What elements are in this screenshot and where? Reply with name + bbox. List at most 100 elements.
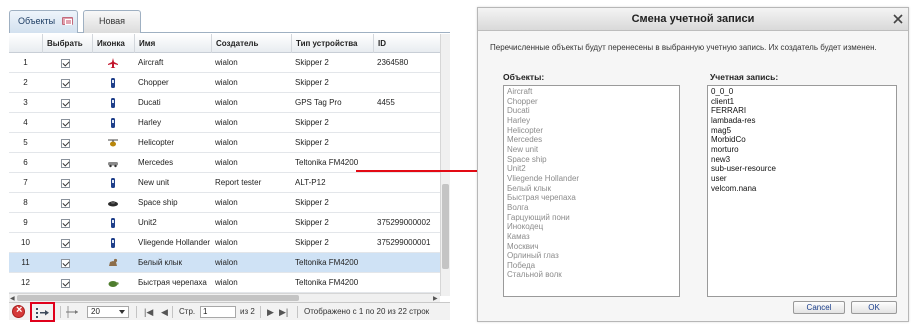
object-list-item[interactable]: Mercedes [507, 135, 676, 145]
object-list-item[interactable]: Harley [507, 116, 676, 126]
column-header-device-type[interactable]: Тип устройства [291, 34, 373, 53]
row-number: 4 [23, 118, 28, 127]
select-checkbox[interactable] [61, 179, 70, 188]
select-checkbox[interactable] [61, 59, 70, 68]
object-list-item[interactable]: Быстрая черепаха [507, 193, 676, 203]
account-list-item[interactable]: mag5 [711, 126, 893, 136]
table-row[interactable]: 2 Chopper wialon Skipper 2 [9, 73, 440, 93]
unit-id [373, 193, 440, 213]
unit-creator: wialon [215, 218, 238, 227]
last-page-icon[interactable]: ▶| [279, 305, 288, 319]
column-header-id[interactable]: ID [373, 34, 440, 53]
delete-icon[interactable] [12, 304, 25, 318]
object-list-item[interactable]: Камаз [507, 232, 676, 242]
object-list-item[interactable]: Белый клык [507, 184, 676, 194]
object-list-item[interactable]: Space ship [507, 155, 676, 165]
tab-new[interactable]: Новая [83, 10, 141, 33]
first-page-icon[interactable]: |◀ [144, 305, 153, 319]
account-list-item[interactable]: client1 [711, 97, 893, 107]
table-row[interactable]: 12 Быстрая черепаха wialon Teltonika FM4200 [9, 273, 440, 293]
tab-objects-label: Объекты [18, 16, 56, 26]
table-row[interactable]: 7 New unit Report tester ALT-P12 [9, 173, 440, 193]
scroll-left-icon[interactable]: ◀ [10, 295, 15, 302]
object-list-item[interactable]: Aircraft [507, 87, 676, 97]
select-checkbox[interactable] [61, 259, 70, 268]
vertical-scroll-thumb[interactable] [442, 184, 449, 269]
table-row[interactable]: 3 Ducati wialon GPS Tag Pro 4455 [9, 93, 440, 113]
vertical-scrollbar[interactable] [440, 34, 450, 296]
table-row[interactable]: 5 Helicopter wialon Skipper 2 [9, 133, 440, 153]
row-number: 7 [23, 178, 28, 187]
object-list-item[interactable]: Стальной волк [507, 270, 676, 280]
account-list-item[interactable]: 0_0_0 [711, 87, 893, 97]
page-size-select[interactable]: 20 [87, 306, 129, 318]
table-row[interactable]: 4 Harley wialon Skipper 2 [9, 113, 440, 133]
tab-new-label: Новая [98, 16, 126, 26]
page-number-value: 1 [203, 307, 208, 316]
horizontal-scroll-thumb[interactable] [17, 295, 299, 301]
object-list-item[interactable]: Helicopter [507, 126, 676, 136]
select-checkbox[interactable] [61, 119, 70, 128]
select-checkbox[interactable] [61, 199, 70, 208]
object-list-item[interactable]: Гарцующий пони [507, 213, 676, 223]
select-checkbox[interactable] [61, 79, 70, 88]
page-number-input[interactable]: 1 [200, 306, 236, 318]
account-list-item[interactable]: MorbidCo [711, 135, 893, 145]
select-checkbox[interactable] [61, 279, 70, 288]
object-list-item[interactable]: Москвич [507, 242, 676, 252]
table-row[interactable]: 11 Белый клык wialon Teltonika FM4200 [9, 253, 440, 273]
unit-name: Mercedes [138, 158, 174, 167]
column-header-select[interactable]: Выбрать [42, 34, 92, 53]
table-row[interactable]: 9 Unit2 wialon Skipper 2 375299000002 [9, 213, 440, 233]
object-list-item[interactable]: Unit2 [507, 164, 676, 174]
cancel-button[interactable]: Cancel [793, 301, 845, 314]
unit-id: 375299000001 [377, 238, 431, 247]
account-list-item[interactable]: velcom.nana [711, 184, 893, 194]
column-header-name[interactable]: Имя [134, 34, 211, 53]
select-checkbox[interactable] [61, 219, 70, 228]
horizontal-scrollbar[interactable]: ◀ ▶ [9, 293, 440, 302]
annotation-arrow [356, 170, 484, 172]
table-row[interactable]: 8 Space ship wialon Skipper 2 [9, 193, 440, 213]
object-list-item[interactable]: Победа [507, 261, 676, 271]
unit-creator: wialon [215, 58, 238, 67]
object-list-item[interactable]: Ducati [507, 106, 676, 116]
object-list-item[interactable]: Волга [507, 203, 676, 213]
close-icon[interactable] [892, 13, 904, 25]
column-header-icon[interactable]: Иконка [92, 34, 134, 53]
unit-name: Vliegende Hollander [138, 238, 211, 247]
object-list-item[interactable]: Инокодец [507, 222, 676, 232]
objects-list[interactable]: Aircraft Chopper Ducati Harley Helicopter Mer… [503, 85, 680, 297]
select-checkbox[interactable] [61, 159, 70, 168]
table-row[interactable]: 1 Aircraft wialon Skipper 2 2364580 [9, 53, 440, 73]
account-list-item[interactable]: sub-user-resource [711, 164, 893, 174]
tab-objects[interactable]: Объекты [9, 10, 78, 33]
column-resize-icon[interactable] [65, 306, 79, 318]
row-number: 8 [23, 198, 28, 207]
select-checkbox[interactable] [61, 139, 70, 148]
account-list[interactable]: 0_0_0 client1 FERRARI lambada-res mag5 Morbid… [707, 85, 897, 297]
object-list-item[interactable]: Vliegende Hollander [507, 174, 676, 184]
change-account-icon[interactable] [35, 307, 51, 318]
object-list-item[interactable]: Орлиный глаз [507, 251, 676, 261]
previous-page-icon[interactable]: ◀ [161, 305, 168, 319]
scroll-right-icon[interactable]: ▶ [433, 295, 438, 302]
unit-creator: wialon [215, 158, 238, 167]
next-page-icon[interactable]: ▶ [267, 305, 274, 319]
object-list-item[interactable]: New unit [507, 145, 676, 155]
account-list-item[interactable]: morturo [711, 145, 893, 155]
ok-button[interactable]: OK [851, 301, 897, 314]
account-list-item[interactable]: lambada-res [711, 116, 893, 126]
account-list-item[interactable]: FERRARI [711, 106, 893, 116]
column-header-creator[interactable]: Создатель [211, 34, 291, 53]
select-checkbox[interactable] [61, 239, 70, 248]
unit-id [373, 73, 440, 93]
object-list-item[interactable]: Chopper [507, 97, 676, 107]
unit-name: Space ship [138, 198, 178, 207]
account-list-item[interactable]: user [711, 174, 893, 184]
table-row[interactable]: 10 Vliegende Hollander wialon Skipper 2 3752… [9, 233, 440, 253]
account-list-item[interactable]: new3 [711, 155, 893, 165]
tab-close-icon[interactable] [62, 17, 73, 25]
unit-name: Белый клык [138, 258, 183, 267]
select-checkbox[interactable] [61, 99, 70, 108]
